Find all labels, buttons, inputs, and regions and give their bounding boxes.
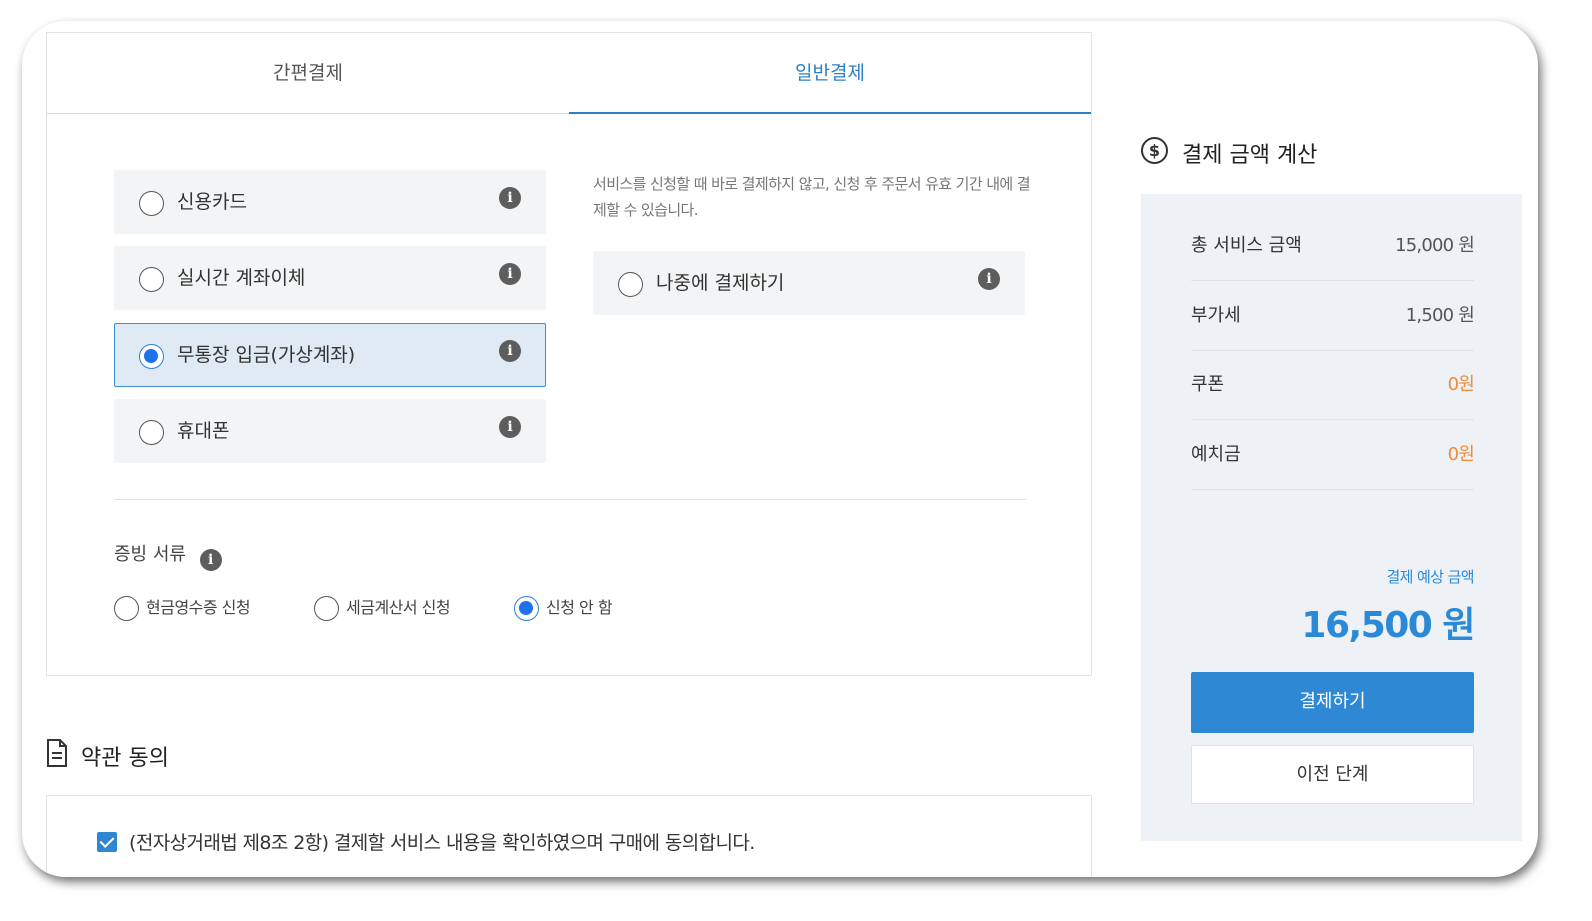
terms-agree-text[interactable]: (전자상거래법 제8조 2항) 결제할 서비스 내용을 확인하였으며 구매에 동…: [129, 828, 755, 855]
pay-later-description: 서비스를 신청할 때 바로 결제하지 않고, 신청 후 주문서 유효 기간 내에…: [593, 175, 1031, 219]
info-icon[interactable]: i: [499, 187, 521, 209]
summary-row-deposit: 예치금 0원: [1191, 421, 1475, 490]
method-label: 실시간 계좌이체: [177, 267, 306, 289]
summary-row-vat: 부가세 1,500 원: [1191, 282, 1475, 351]
proof-section-title: 증빙 서류 i: [114, 540, 222, 571]
summary-row-label: 쿠폰: [1191, 374, 1225, 395]
payment-window: 간편결제 일반결제 신용카드 i 실시간 계좌이체 i 무통장 입금(가상계좌)…: [22, 21, 1538, 877]
info-icon[interactable]: i: [199, 549, 222, 571]
method-label: 신용카드: [177, 191, 247, 213]
proof-option-label: 현금영수증 신청: [146, 598, 251, 617]
radio-no-proof[interactable]: [514, 596, 539, 621]
proof-title-text: 증빙 서류: [114, 544, 186, 565]
tab-simple-payment[interactable]: 간편결제: [47, 33, 569, 114]
pay-button[interactable]: 결제하기: [1191, 672, 1474, 733]
payment-panel: 간편결제 일반결제 신용카드 i 실시간 계좌이체 i 무통장 입금(가상계좌)…: [46, 32, 1092, 676]
summary-panel: 총 서비스 금액 15,000 원 부가세 1,500 원 쿠폰 0원 예치금 …: [1141, 194, 1522, 841]
summary-row-value: 0원: [1447, 444, 1475, 465]
method-virtual-account[interactable]: 무통장 입금(가상계좌) i: [114, 323, 546, 387]
summary-row-total: 총 서비스 금액 15,000 원: [1191, 212, 1475, 281]
section-divider: [114, 499, 1026, 500]
radio-tax-invoice[interactable]: [314, 596, 339, 621]
radio-mobile[interactable]: [139, 420, 164, 445]
proof-option-label: 세금계산서 신청: [346, 598, 451, 617]
terms-agree-checkbox[interactable]: [97, 832, 117, 852]
radio-cash-receipt[interactable]: [114, 596, 139, 621]
summary-row-coupon: 쿠폰 0원: [1191, 351, 1475, 420]
radio-bank-transfer[interactable]: [139, 267, 164, 292]
method-label: 휴대폰: [177, 420, 230, 442]
summary-row-label: 예치금: [1191, 444, 1241, 465]
document-icon: [47, 739, 67, 767]
radio-virtual-account[interactable]: [139, 344, 164, 369]
method-bank-transfer[interactable]: 실시간 계좌이체 i: [114, 246, 546, 310]
proof-option-label: 신청 안 함: [546, 598, 613, 617]
info-icon[interactable]: i: [499, 263, 521, 285]
summary-row-label: 부가세: [1191, 305, 1241, 326]
summary-title: 결제 금액 계산: [1182, 143, 1318, 168]
summary-row-value: 0원: [1447, 374, 1475, 395]
radio-pay-later[interactable]: [618, 272, 643, 297]
method-pay-later[interactable]: 나중에 결제하기 i: [593, 251, 1025, 315]
method-label: 무통장 입금(가상계좌): [177, 344, 356, 366]
expected-amount-label: 결제 예상 금액: [1386, 568, 1474, 586]
info-icon[interactable]: i: [499, 416, 521, 438]
summary-row-value: 1,500 원: [1405, 305, 1475, 326]
tab-general-payment[interactable]: 일반결제: [569, 33, 1091, 114]
expected-amount-value: 16,500 원: [1301, 605, 1475, 646]
radio-credit-card[interactable]: [139, 191, 164, 216]
method-mobile[interactable]: 휴대폰 i: [114, 399, 546, 463]
info-icon[interactable]: i: [499, 340, 521, 362]
dollar-circle-icon: $: [1141, 137, 1168, 164]
summary-row-label: 총 서비스 금액: [1191, 235, 1302, 256]
payment-tabs: 간편결제 일반결제: [47, 33, 1091, 114]
terms-title: 약관 동의: [81, 746, 169, 771]
method-label: 나중에 결제하기: [656, 272, 785, 294]
previous-step-button[interactable]: 이전 단계: [1191, 745, 1474, 804]
summary-row-value: 15,000 원: [1395, 235, 1475, 256]
method-credit-card[interactable]: 신용카드 i: [114, 170, 546, 234]
info-icon[interactable]: i: [978, 268, 1000, 290]
terms-box: (전자상거래법 제8조 2항) 결제할 서비스 내용을 확인하였으며 구매에 동…: [46, 795, 1092, 877]
